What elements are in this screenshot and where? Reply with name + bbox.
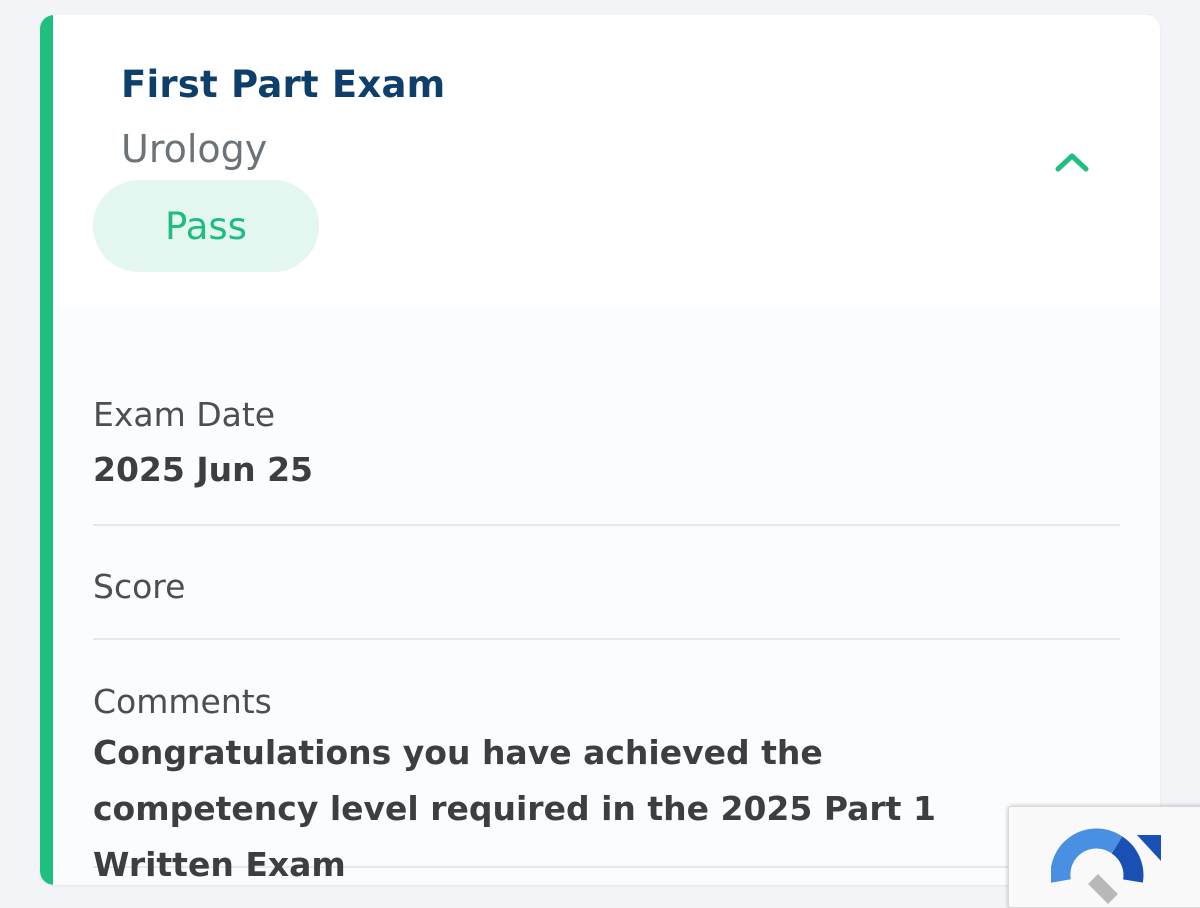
recaptcha-badge[interactable] bbox=[1008, 806, 1200, 908]
exam-date-field: Exam Date 2025 Jun 25 bbox=[93, 395, 1120, 526]
card-header[interactable]: First Part Exam Urology Pass bbox=[53, 15, 1160, 305]
score-field: Score bbox=[93, 567, 1120, 640]
collapse-button[interactable] bbox=[1048, 140, 1096, 184]
status-badge-label: Pass bbox=[165, 204, 247, 248]
exam-result-card: First Part Exam Urology Pass Exam Date 2… bbox=[40, 15, 1160, 885]
exam-title: First Part Exam bbox=[121, 63, 446, 106]
exam-details: Exam Date 2025 Jun 25 Score Comments Con… bbox=[53, 305, 1160, 885]
score-label: Score bbox=[93, 567, 186, 606]
comments-value: Congratulations you have achieved the co… bbox=[93, 733, 936, 884]
comments-label: Comments bbox=[93, 682, 272, 721]
exam-specialty: Urology bbox=[121, 127, 268, 171]
chevron-up-icon bbox=[1055, 153, 1089, 172]
recaptcha-logo-icon bbox=[1051, 828, 1161, 904]
comments-field: Comments Congratulations you have achiev… bbox=[93, 682, 1120, 884]
status-badge: Pass bbox=[93, 180, 319, 272]
exam-date-label: Exam Date bbox=[93, 395, 276, 434]
exam-date-value: 2025 Jun 25 bbox=[93, 450, 314, 489]
card-accent-bar bbox=[40, 15, 53, 885]
